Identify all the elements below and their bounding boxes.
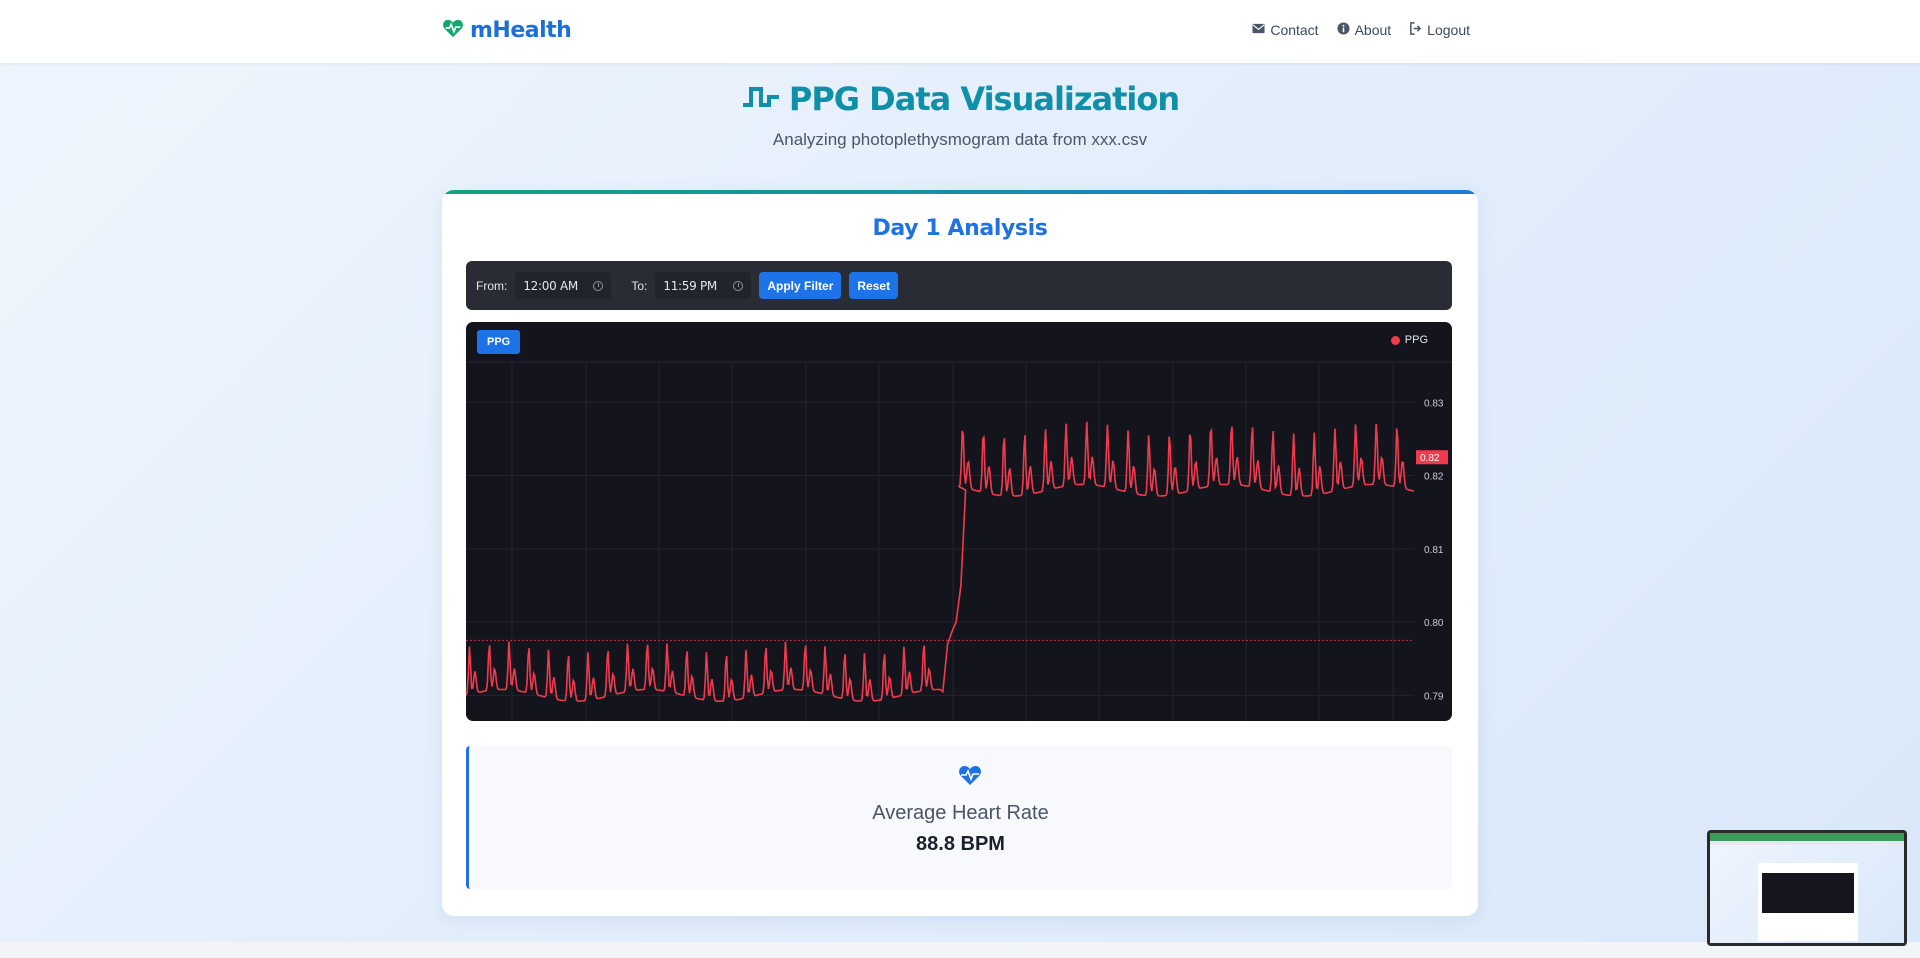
footer-strip [0, 942, 1920, 958]
to-time-input[interactable]: 11:59 PM [655, 272, 752, 299]
ppg-chart-svg[interactable]: 0.79 0.80 0.81 0.82 0.83 0.82 [466, 322, 1452, 721]
waveform-icon [741, 83, 781, 116]
ppg-series-line [466, 421, 1415, 702]
chart-legend: PPG [1390, 334, 1428, 346]
page-subtitle: Analyzing photoplethysmogram data from x… [772, 130, 1148, 149]
brand-name: mHealth [470, 18, 572, 43]
nav-link-label: Contact [1270, 22, 1319, 38]
logout-icon [1409, 22, 1422, 38]
time-filter-bar: From: 12:00 AM To: 11:59 PM Apply Filter… [466, 261, 1452, 310]
envelope-icon [1252, 22, 1265, 38]
card-title: Day 1 Analysis [872, 216, 1048, 241]
thumbnail-topbar [1710, 833, 1904, 841]
y-tick-label: 0.79 [1424, 691, 1444, 702]
clock-icon[interactable] [733, 280, 744, 291]
screen-preview-thumbnail[interactable] [1707, 830, 1907, 946]
thumbnail-content [1710, 833, 1904, 943]
legend-label: PPG [1404, 334, 1428, 346]
page-title: PPG Data Visualization [0, 80, 1920, 118]
heart-rate-label: Average Heart Rate [872, 802, 1049, 824]
y-tick-label: 0.81 [1424, 545, 1444, 556]
chart-tab-ppg[interactable]: PPG [477, 330, 521, 354]
to-label: To: [631, 278, 648, 293]
thumbnail-subbar [1710, 841, 1904, 845]
y-tick-label: 0.80 [1424, 618, 1444, 629]
info-icon [1337, 22, 1350, 38]
thumbnail-card [1758, 863, 1858, 941]
ppg-chart[interactable]: 0.79 0.80 0.81 0.82 0.83 0.82 PPG PPG [466, 322, 1452, 721]
analysis-card: Day 1 Analysis From: 12:00 AM To: 11:59 … [442, 190, 1478, 916]
page-title-text: PPG Data Visualization [788, 80, 1180, 118]
last-value-label: 0.82 [1420, 453, 1440, 464]
brand-logo[interactable]: mHealth [442, 18, 572, 43]
from-time-value: 12:00 AM [523, 278, 578, 293]
y-tick-label: 0.83 [1424, 398, 1444, 409]
heart-rate-panel: Average Heart Rate 88.8 BPM [466, 746, 1452, 889]
heartbeat-icon [958, 764, 982, 791]
nav-link-label: Logout [1427, 22, 1470, 38]
card-accent-bar [442, 190, 1478, 194]
from-time-input[interactable]: 12:00 AM [515, 272, 612, 299]
nav-links: Contact About Logout [1252, 22, 1470, 38]
legend-dot [1390, 335, 1400, 345]
apply-filter-button[interactable]: Apply Filter [759, 272, 842, 299]
nav-link-contact[interactable]: Contact [1252, 22, 1319, 38]
heart-rate-value: 88.8 BPM [916, 833, 1005, 855]
reset-button[interactable]: Reset [849, 272, 899, 299]
nav-link-logout[interactable]: Logout [1409, 22, 1470, 38]
clock-icon[interactable] [593, 280, 604, 291]
from-label: From: [476, 278, 508, 293]
to-time-value: 11:59 PM [663, 278, 717, 293]
nav-link-label: About [1354, 22, 1392, 38]
heart-pulse-icon [442, 18, 464, 43]
thumbnail-chart [1762, 873, 1854, 913]
nav-link-about[interactable]: About [1337, 22, 1392, 38]
y-tick-label: 0.82 [1424, 472, 1444, 483]
navbar: mHealth Contact About Logout [0, 0, 1920, 63]
